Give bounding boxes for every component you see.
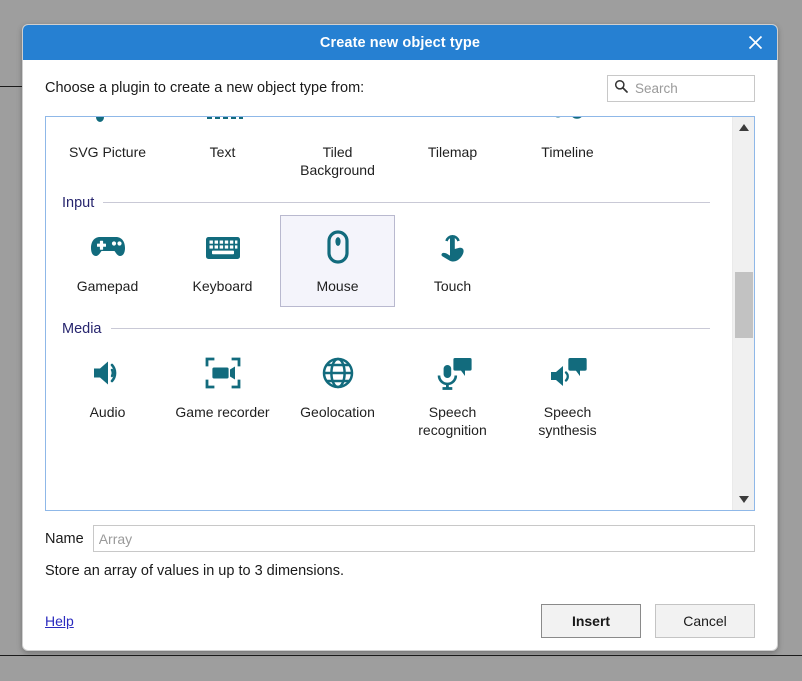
plugin-tile-label: Tilemap [427, 144, 478, 160]
insert-button[interactable]: Insert [541, 604, 641, 638]
game-recorder-icon [202, 350, 244, 396]
plugin-list-panel[interactable]: SVG Picture Text Tiled Background Tilema… [45, 116, 755, 511]
cancel-button[interactable]: Cancel [655, 604, 755, 638]
plugin-tile-gamepad[interactable]: Gamepad [50, 215, 165, 307]
plugin-tile-tiled-background[interactable]: Tiled Background [280, 117, 395, 181]
desktop-background: Create new object type Choose a plugin t… [0, 0, 802, 681]
scroll-down-arrow-icon[interactable] [733, 489, 754, 510]
plugin-tile-label: Game recorder [175, 403, 270, 420]
section-title: Input [62, 194, 95, 211]
plugin-tile-timeline[interactable]: Timeline [510, 117, 625, 181]
help-link[interactable]: Help [45, 613, 74, 629]
search-icon [614, 79, 628, 98]
plugin-tile-touch[interactable]: Touch [395, 215, 510, 307]
name-label: Name [45, 530, 84, 547]
instruction-label: Choose a plugin to create a new object t… [45, 80, 365, 96]
plugin-tile-speech-recognition[interactable]: Speech recognition [395, 341, 510, 441]
dialog-title: Create new object type [319, 34, 481, 51]
svg-picture-icon [87, 117, 129, 136]
dialog-body: Choose a plugin to create a new object t… [23, 60, 777, 650]
plugin-row-input: Gamepad Keyboard Mouse Touch [46, 214, 732, 307]
plugin-tile-speech-synthesis[interactable]: Speech synthesis [510, 341, 625, 441]
tiled-background-icon [317, 117, 359, 136]
footer-buttons: Insert Cancel [541, 604, 755, 638]
plugin-tile-label: Speech recognition [418, 403, 487, 439]
tilemap-icon [432, 117, 474, 136]
section-title: Media [62, 320, 102, 337]
plugin-tile-label: Text [209, 144, 236, 160]
plugin-row-media: Audio Game recorder Geolocation Speech r… [46, 341, 732, 441]
plugin-tile-label: Gamepad [76, 277, 139, 294]
dialog-header-row: Choose a plugin to create a new object t… [45, 60, 755, 116]
plugin-tile-label: Tiled Background [300, 144, 375, 179]
desktop-edge-line-bottom [0, 655, 802, 656]
plugin-tile-label: Keyboard [192, 277, 253, 294]
plugin-tile-keyboard[interactable]: Keyboard [165, 215, 280, 307]
speech-synthesis-icon [547, 350, 589, 396]
desktop-edge-line [0, 86, 22, 87]
section-header-media: Media [62, 321, 732, 337]
plugin-description: Store an array of values in up to 3 dime… [45, 563, 345, 579]
plugin-tile-game-recorder[interactable]: Game recorder [165, 341, 280, 441]
section-divider [110, 328, 710, 330]
plugin-grid: SVG Picture Text Tiled Background Tilema… [46, 117, 732, 441]
section-header-input: Input [62, 195, 732, 211]
section-divider [103, 202, 710, 204]
plugin-tile-label: Timeline [541, 144, 594, 160]
search-input[interactable] [633, 79, 748, 97]
plugin-tile-label: SVG Picture [68, 144, 147, 160]
keyboard-icon [202, 224, 244, 270]
close-icon[interactable] [733, 25, 777, 60]
speech-recognition-icon [432, 350, 474, 396]
geolocation-icon [317, 350, 359, 396]
plugin-tile-svg-picture[interactable]: SVG Picture [50, 117, 165, 181]
plugin-tile-label: Geolocation [300, 403, 375, 420]
plugin-list-scrollbar[interactable] [732, 117, 754, 510]
scroll-up-arrow-icon[interactable] [733, 117, 754, 138]
dialog-footer: Help Insert Cancel [45, 604, 755, 638]
touch-icon [432, 224, 474, 270]
text-icon [202, 117, 244, 136]
timeline-icon [547, 117, 589, 136]
plugin-tile-mouse[interactable]: Mouse [280, 214, 395, 307]
name-field-row: Name [45, 525, 755, 552]
search-box[interactable] [607, 74, 755, 102]
plugin-scroll-viewport: SVG Picture Text Tiled Background Tilema… [46, 117, 732, 510]
plugin-tile-label: Audio [89, 403, 126, 420]
plugin-tile-tilemap[interactable]: Tilemap [395, 117, 510, 181]
create-object-type-dialog: Create new object type Choose a plugin t… [22, 24, 778, 651]
name-input[interactable] [92, 525, 755, 552]
plugin-tile-audio[interactable]: Audio [50, 341, 165, 441]
plugin-tile-label: Mouse [316, 277, 359, 294]
plugin-row-clipped: SVG Picture Text Tiled Background Tilema… [46, 117, 732, 181]
mouse-icon [317, 224, 359, 270]
plugin-tile-label: Speech synthesis [538, 403, 597, 439]
gamepad-icon [87, 224, 129, 270]
plugin-tile-text[interactable]: Text [165, 117, 280, 181]
dialog-titlebar: Create new object type [23, 25, 777, 60]
scrollbar-thumb[interactable] [735, 272, 753, 338]
plugin-tile-geolocation[interactable]: Geolocation [280, 341, 395, 441]
plugin-tile-label: Touch [433, 277, 472, 294]
audio-icon [87, 350, 129, 396]
